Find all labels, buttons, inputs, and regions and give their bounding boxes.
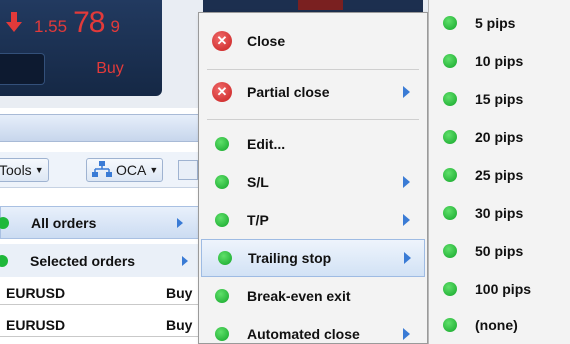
green-dot-icon bbox=[443, 168, 457, 182]
green-dot-icon bbox=[218, 251, 232, 265]
menu-item-50-pips[interactable]: 50 pips bbox=[429, 232, 570, 270]
menu-item-break-even-exit[interactable]: Break-even exit bbox=[199, 277, 427, 315]
toolbar-button[interactable] bbox=[178, 160, 198, 180]
menu-item-label: 5 pips bbox=[475, 15, 516, 31]
menu-item-automated-close[interactable]: Automated close bbox=[199, 315, 427, 344]
menu-item-label: Selected orders bbox=[30, 252, 136, 269]
submenu-arrow-icon bbox=[177, 217, 183, 228]
menu-item-label: Partial close bbox=[247, 84, 330, 100]
menu-item-all-orders[interactable]: All orders bbox=[0, 206, 200, 239]
menu-item-label: All orders bbox=[31, 214, 97, 231]
menu-item-partial-close[interactable]: ✕ Partial close bbox=[199, 73, 427, 111]
price-small: 1.55 bbox=[34, 17, 68, 36]
green-dot-icon bbox=[215, 289, 229, 303]
menu-item-tp[interactable]: T/P bbox=[199, 201, 427, 239]
menu-item-5-pips[interactable]: 5 pips bbox=[429, 4, 570, 42]
quote-amount-field[interactable] bbox=[0, 53, 45, 85]
menu-item-label: Break-even exit bbox=[247, 288, 351, 304]
submenu-arrow-icon bbox=[403, 328, 410, 340]
green-dot-icon bbox=[443, 130, 457, 144]
menu-item-label: 20 pips bbox=[475, 129, 524, 145]
trailing-stop-submenu: 5 pips 10 pips 15 pips 20 pips 25 pips 3… bbox=[428, 0, 570, 344]
green-dot-icon bbox=[443, 92, 457, 106]
close-icon: ✕ bbox=[212, 31, 232, 51]
table-row[interactable]: EURUSD Buy bbox=[0, 283, 205, 305]
submenu-arrow-icon bbox=[404, 252, 411, 264]
submenu-arrow-icon bbox=[403, 86, 410, 98]
symbol-cell: EURUSD bbox=[6, 285, 66, 301]
menu-item-10-pips[interactable]: 10 pips bbox=[429, 42, 570, 80]
chevron-down-icon: ▼ bbox=[34, 165, 44, 175]
tools-label: Tools bbox=[0, 162, 32, 178]
buy-button[interactable]: Buy bbox=[70, 60, 150, 78]
menu-item-15-pips[interactable]: 15 pips bbox=[429, 80, 570, 118]
close-icon: ✕ bbox=[212, 82, 232, 102]
menu-item-label: Edit... bbox=[247, 136, 286, 152]
menu-item-label: S/L bbox=[247, 174, 269, 190]
green-dot-icon bbox=[443, 54, 457, 68]
menu-item-label: Close bbox=[247, 33, 286, 49]
price-big: 78 bbox=[73, 6, 105, 39]
symbol-cell: EURUSD bbox=[6, 317, 66, 333]
menu-item-100-pips[interactable]: 100 pips bbox=[429, 270, 570, 308]
submenu-arrow-icon bbox=[182, 255, 188, 266]
menu-item-trailing-stop[interactable]: Trailing stop bbox=[201, 239, 425, 277]
oca-icon bbox=[91, 160, 113, 181]
menu-item-label: 15 pips bbox=[475, 91, 524, 107]
menu-item-sl[interactable]: S/L bbox=[199, 163, 427, 201]
menu-item-close[interactable]: ✕ Close bbox=[199, 22, 427, 60]
green-dot-icon bbox=[443, 206, 457, 220]
down-arrow-icon bbox=[0, 12, 28, 32]
green-dot-icon bbox=[215, 213, 229, 227]
menu-item-label: 100 pips bbox=[475, 281, 532, 297]
menu-item-20-pips[interactable]: 20 pips bbox=[429, 118, 570, 156]
sell-quote-panel[interactable]: 1.55 78 9 Buy bbox=[0, 0, 162, 96]
oca-label: OCA bbox=[116, 162, 147, 178]
menu-item-selected-orders[interactable]: Selected orders bbox=[0, 244, 200, 277]
chevron-down-icon: ▼ bbox=[149, 165, 159, 175]
green-dot-icon bbox=[215, 175, 229, 189]
menu-item-label: 50 pips bbox=[475, 243, 524, 259]
menu-item-label: 30 pips bbox=[475, 205, 524, 221]
menu-item-label: Trailing stop bbox=[248, 250, 332, 266]
menu-separator bbox=[207, 119, 419, 120]
tools-button[interactable]: Tools ▼ bbox=[0, 158, 49, 182]
menu-item-label: T/P bbox=[247, 212, 269, 228]
submenu-arrow-icon bbox=[403, 176, 410, 188]
green-dot-icon bbox=[215, 137, 229, 151]
menu-item-edit[interactable]: Edit... bbox=[199, 125, 427, 163]
table-row[interactable]: EURUSD Buy bbox=[0, 315, 205, 337]
green-dot-icon bbox=[0, 254, 8, 267]
side-cell: Buy bbox=[166, 317, 193, 333]
green-dot-icon bbox=[443, 244, 457, 258]
sell-price: 1.55 78 9 bbox=[0, 6, 120, 42]
menu-item-label: (none) bbox=[475, 317, 518, 333]
submenu-arrow-icon bbox=[403, 214, 410, 226]
menu-item-label: 10 pips bbox=[475, 53, 524, 69]
menu-item-25-pips[interactable]: 25 pips bbox=[429, 156, 570, 194]
menu-item-label: Automated close bbox=[247, 326, 360, 342]
side-cell: Buy bbox=[166, 285, 193, 301]
green-dot-icon bbox=[443, 282, 457, 296]
order-context-menu: ✕ Close ✕ Partial close Edit... S/L T/P … bbox=[198, 12, 428, 344]
oca-button[interactable]: OCA ▼ bbox=[86, 158, 164, 182]
menu-item-none[interactable]: (none) bbox=[429, 306, 570, 344]
green-dot-icon bbox=[215, 327, 229, 341]
green-dot-icon bbox=[443, 318, 457, 332]
green-dot-icon bbox=[443, 16, 457, 30]
green-dot-icon bbox=[0, 216, 9, 229]
menu-separator bbox=[207, 69, 419, 70]
menu-item-label: 25 pips bbox=[475, 167, 524, 183]
menu-item-30-pips[interactable]: 30 pips bbox=[429, 194, 570, 232]
price-tail: 9 bbox=[110, 17, 120, 36]
